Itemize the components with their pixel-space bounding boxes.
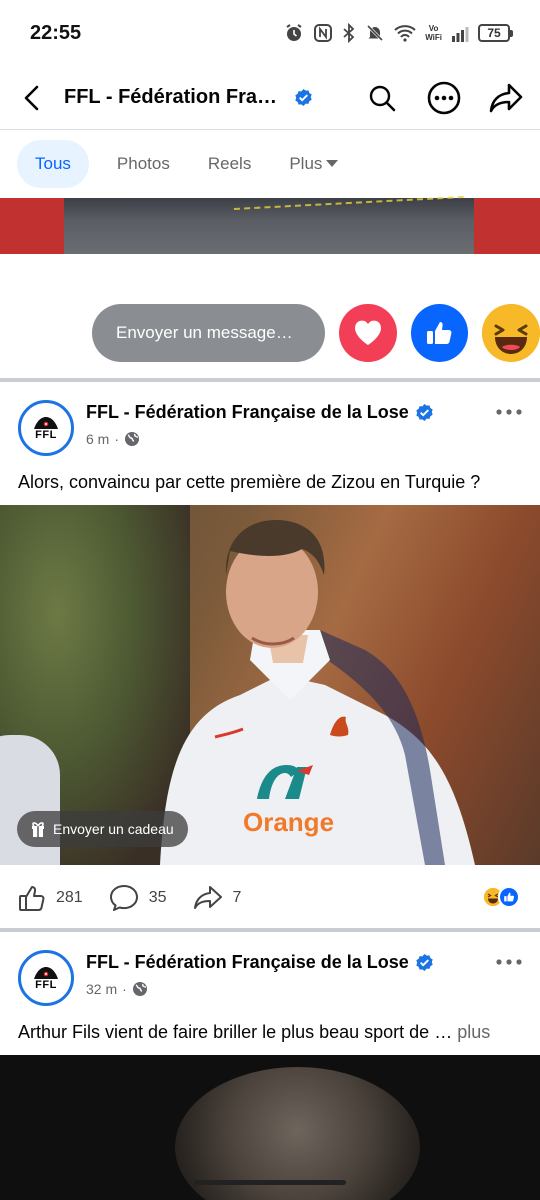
sponsor-text: Orange [243, 807, 335, 837]
status-bar: 22:55 Vo WiFi 75 [0, 0, 540, 66]
gift-icon [32, 822, 44, 837]
post-author[interactable]: FFL - Fédération Française de la Lose [86, 952, 434, 973]
share-count: 7 [232, 889, 242, 906]
napoleon-hat-logo [34, 416, 58, 429]
post-text-body: Arthur Fils vient de faire briller le pl… [18, 1022, 453, 1042]
share-outline-icon [193, 886, 222, 909]
thumbs-up-icon [427, 322, 452, 345]
more-options-button[interactable] [424, 78, 464, 118]
napoleon-hat-logo [34, 966, 58, 979]
like-outline-icon [19, 886, 45, 911]
post-timestamp[interactable]: 32 m [86, 981, 117, 997]
page-tabs: Tous Photos Reels Plus [0, 131, 540, 197]
nfc-icon [314, 24, 333, 42]
like-reaction-button[interactable] [410, 304, 469, 362]
like-mini-icon [498, 886, 520, 908]
search-icon [369, 85, 396, 111]
tab-more-label: Plus [289, 154, 323, 173]
post-timestamp[interactable]: 6 m [86, 431, 109, 447]
comment-bubble-icon [109, 885, 138, 911]
signal-icon [452, 27, 469, 42]
comment-button[interactable]: 35 [109, 884, 167, 912]
home-indicator[interactable] [194, 1180, 346, 1185]
caret-down-icon [326, 160, 339, 167]
status-icons: Vo WiFi 75 [284, 23, 513, 43]
page-avatar[interactable]: FFL [18, 400, 74, 456]
meta-separator: · [114, 431, 120, 447]
laughing-face-icon [482, 304, 540, 362]
post-text: Arthur Fils vient de faire briller le pl… [18, 1020, 490, 1044]
back-button[interactable] [0, 66, 64, 130]
like-count: 281 [56, 889, 83, 906]
sponsor-logo [255, 763, 317, 803]
share-button[interactable]: 7 [193, 885, 242, 911]
send-gift-label: Envoyer un cadeau [53, 821, 174, 837]
search-button[interactable] [362, 78, 402, 118]
more-circle-icon [427, 81, 461, 114]
globe-icon [132, 982, 147, 996]
previous-post-image [64, 195, 474, 254]
share-arrow-icon [489, 83, 523, 112]
tab-all[interactable]: Tous [17, 140, 89, 188]
back-arrow-icon [24, 85, 39, 110]
tab-reels-label: Reels [207, 154, 252, 173]
haha-reaction-button[interactable] [482, 304, 540, 362]
post-header: FFL FFL - Fédération Française de la Los… [0, 400, 540, 462]
post-photo[interactable] [0, 1055, 540, 1200]
like-button[interactable]: 281 [18, 884, 83, 912]
post-more-options-icon[interactable] [494, 952, 524, 972]
status-time: 22:55 [30, 21, 82, 44]
post-text: Alors, convaincu par cette première de Z… [18, 472, 481, 492]
post-meta: 32 m · [86, 981, 148, 997]
battery-indicator: 75 [478, 24, 513, 42]
share-page-button[interactable] [486, 78, 526, 118]
tab-photos[interactable]: Photos [107, 140, 180, 188]
avatar-logo-text: FFL [35, 978, 57, 991]
page-header: FFL - Fédération Franç… [0, 66, 540, 130]
verified-badge-icon [416, 403, 433, 422]
avatar-logo-text: FFL [35, 428, 57, 441]
previous-post-media[interactable] [0, 195, 540, 254]
page-title[interactable]: FFL - Fédération Franç… [64, 86, 288, 109]
heart-icon [355, 320, 382, 345]
bluetooth-icon [343, 23, 355, 43]
tab-more[interactable]: Plus [279, 140, 348, 188]
globe-icon [125, 432, 140, 446]
post-meta: 6 m · [86, 431, 140, 447]
tab-reels[interactable]: Reels [198, 140, 261, 188]
see-more-link[interactable]: plus [457, 1022, 490, 1042]
tab-photos-label: Photos [116, 154, 170, 173]
comment-count: 35 [148, 889, 167, 906]
post-more-options-icon[interactable] [494, 402, 524, 422]
wifi-icon [394, 25, 416, 42]
feed-divider [0, 378, 540, 382]
send-message-input[interactable]: Envoyer un message… [92, 304, 326, 362]
tab-all-label: Tous [35, 154, 71, 173]
love-reaction-button[interactable] [339, 304, 397, 362]
post-author[interactable]: FFL - Fédération Française de la Lose [86, 402, 434, 423]
page-avatar[interactable]: FFL [18, 950, 74, 1006]
quick-message-row: Envoyer un message… [0, 302, 540, 364]
volte-label: Vo WiFi [425, 24, 442, 42]
post-author-name: FFL - Fédération Française de la Lose [86, 402, 409, 422]
post-header: FFL FFL - Fédération Française de la Los… [0, 950, 540, 1012]
mute-bell-icon [367, 24, 384, 42]
meta-separator: · [122, 981, 127, 997]
verified-badge-icon [416, 953, 433, 972]
reaction-summary[interactable] [482, 886, 520, 908]
feed-divider [0, 928, 540, 932]
post-author-name: FFL - Fédération Française de la Lose [86, 952, 409, 972]
post-actions: 281 35 7 [0, 870, 540, 926]
send-gift-button[interactable]: Envoyer un cadeau [17, 811, 188, 847]
verified-badge-icon [295, 88, 312, 107]
alarm-icon [286, 24, 302, 41]
